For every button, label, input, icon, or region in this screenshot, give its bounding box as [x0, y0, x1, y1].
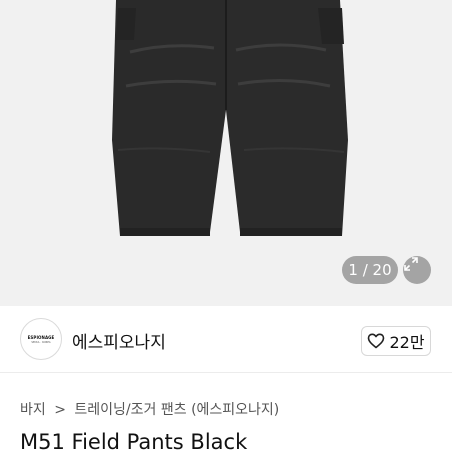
shop-name[interactable]: 에스피오나지 — [72, 328, 166, 353]
image-counter-separator: / — [362, 261, 368, 279]
shop-logo[interactable]: ESPIONAGE SEOUL · KOREA — [20, 318, 62, 360]
shop-logo-text: ESPIONAGE — [27, 334, 55, 340]
product-image-gallery[interactable]: 1 / 20 — [0, 0, 452, 306]
breadcrumb: 바지 > 트레이닝/조거 팬츠 (에스피오나지) — [20, 399, 279, 419]
image-counter-total: 20 — [372, 261, 392, 279]
product-title: M51 Field Pants Black — [20, 430, 248, 454]
like-count: 22만 — [389, 333, 425, 352]
image-counter-current: 1 — [348, 261, 358, 279]
expand-button[interactable] — [403, 256, 431, 284]
breadcrumb-subcategory[interactable]: 트레이닝/조거 팬츠 (에스피오나지) — [74, 402, 279, 418]
like-button[interactable]: 22만 — [361, 326, 431, 356]
breadcrumb-category[interactable]: 바지 — [20, 402, 46, 418]
shop-logo-subtext: SEOUL · KOREA — [31, 340, 51, 344]
heart-outline-icon — [368, 333, 385, 349]
breadcrumb-separator: > — [54, 402, 66, 418]
expand-arrows-icon — [404, 257, 418, 271]
image-counter: 1 / 20 — [342, 256, 398, 284]
